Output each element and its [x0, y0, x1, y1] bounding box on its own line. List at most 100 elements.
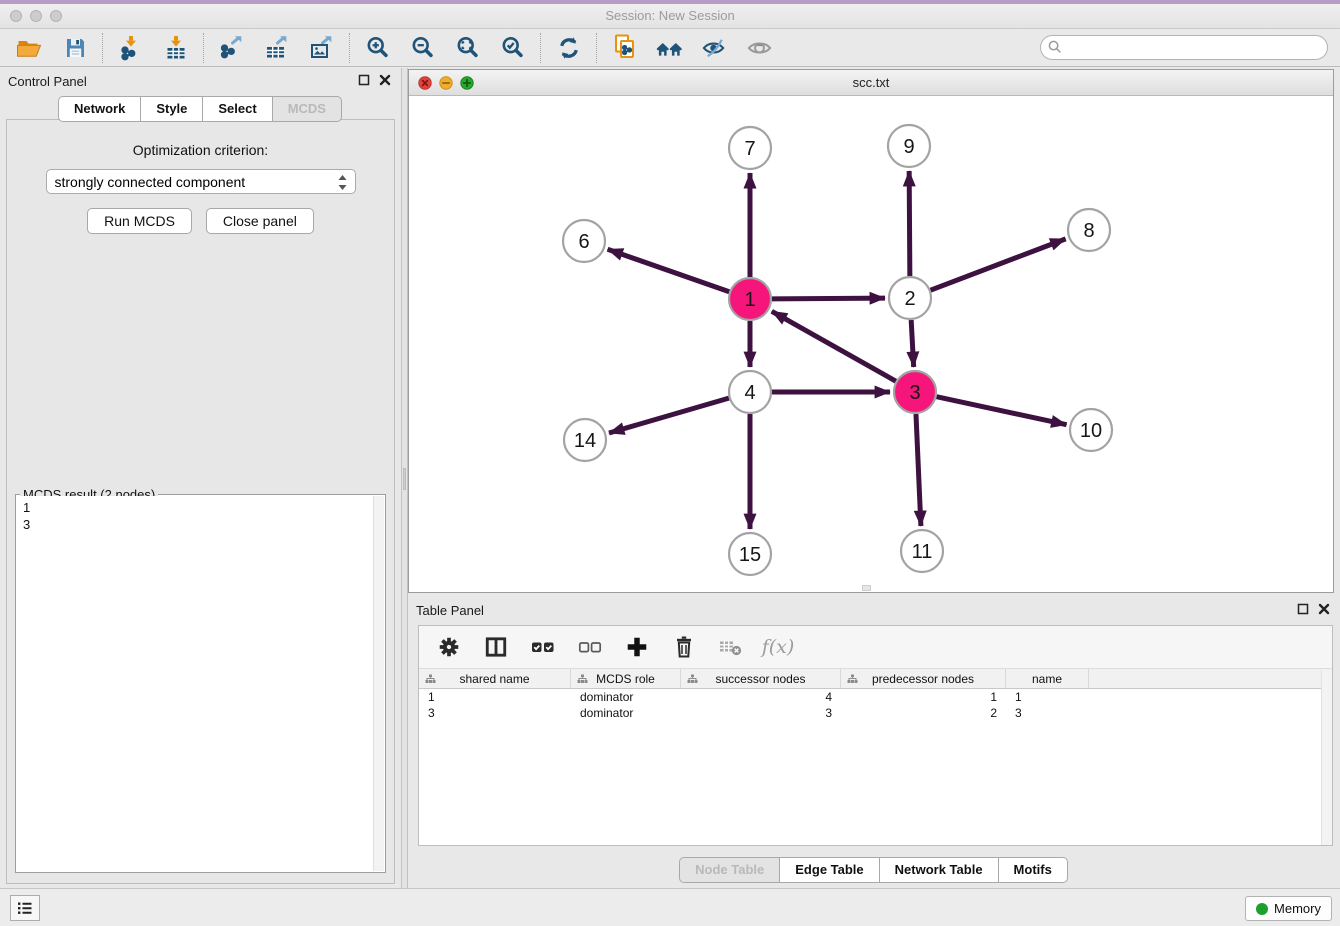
table-row[interactable]: 3dominator323 — [419, 705, 1332, 721]
toolbar-group — [12, 35, 102, 61]
edge-3-1[interactable] — [772, 311, 896, 381]
node-11[interactable]: 11 — [901, 530, 943, 572]
run-mcds-button[interactable]: Run MCDS — [87, 208, 192, 234]
column-header-predecessor-nodes[interactable]: predecessor nodes — [841, 669, 1006, 688]
node-7[interactable]: 7 — [729, 127, 771, 169]
tab-network[interactable]: Network — [58, 96, 141, 122]
table-cell[interactable]: 1 — [841, 689, 1006, 705]
memory-button[interactable]: Memory — [1245, 896, 1332, 921]
trash-icon[interactable] — [671, 634, 697, 660]
edge-2-9[interactable] — [909, 171, 910, 276]
list-icon — [16, 900, 34, 916]
node-10[interactable]: 10 — [1070, 409, 1112, 451]
network-window-titlebar[interactable]: scc.txt — [409, 70, 1333, 96]
toolbar-group — [541, 35, 596, 61]
node-1[interactable]: 1 — [729, 278, 771, 320]
save-icon[interactable] — [61, 35, 88, 61]
edge-2-8[interactable] — [931, 239, 1066, 290]
zoom-out-icon[interactable] — [409, 35, 436, 61]
node-2[interactable]: 2 — [889, 277, 931, 319]
zoom-in-icon[interactable] — [364, 35, 391, 61]
float-panel-icon[interactable] — [358, 74, 370, 86]
import-table-icon[interactable] — [162, 35, 189, 61]
table-cell[interactable]: 3 — [681, 705, 841, 721]
node-14[interactable]: 14 — [564, 419, 606, 461]
close-panel-icon[interactable] — [379, 74, 391, 86]
node-8[interactable]: 8 — [1068, 209, 1110, 251]
close-table-panel-icon[interactable] — [1318, 603, 1330, 615]
refresh-layout-icon[interactable] — [555, 35, 582, 61]
close-panel-button[interactable]: Close panel — [206, 208, 314, 234]
edge-3-10[interactable] — [937, 397, 1067, 425]
columns-icon[interactable] — [483, 634, 509, 660]
edge-2-3[interactable] — [911, 320, 914, 367]
add-icon[interactable] — [624, 634, 650, 660]
table-cell[interactable]: 3 — [1006, 705, 1089, 721]
table-cell[interactable]: 1 — [419, 689, 571, 705]
table-cell[interactable]: 2 — [841, 705, 1006, 721]
table-header-row: shared nameMCDS rolesuccessor nodesprede… — [419, 669, 1332, 689]
memory-status-dot — [1256, 903, 1268, 915]
table-tabs: Node TableEdge TableNetwork TableMotifs — [408, 857, 1340, 883]
export-image-icon[interactable] — [308, 35, 335, 61]
main-area: Control Panel NetworkStyleSelectMCDS Opt… — [0, 68, 1340, 888]
network-graph[interactable]: 7 9 6 8 1 2 4 3 14 10 15 11 — [409, 96, 1333, 592]
column-header-MCDS-role[interactable]: MCDS role — [571, 669, 681, 688]
tab-style[interactable]: Style — [140, 96, 203, 122]
table-cell[interactable]: 4 — [681, 689, 841, 705]
node-15[interactable]: 15 — [729, 533, 771, 575]
svg-text:6: 6 — [578, 231, 589, 253]
export-network-icon[interactable] — [218, 35, 245, 61]
zoom-selected-icon[interactable] — [499, 35, 526, 61]
table-cell[interactable]: dominator — [571, 705, 681, 721]
edge-1-6[interactable] — [608, 249, 730, 291]
table-cell[interactable]: 3 — [419, 705, 571, 721]
hide-selected-eye-icon[interactable] — [701, 35, 728, 61]
select-all-checks-icon[interactable] — [530, 634, 556, 660]
gear-icon[interactable] — [436, 634, 462, 660]
copy-network-icon[interactable] — [611, 35, 638, 61]
tab-network-table[interactable]: Network Table — [879, 857, 999, 883]
deselect-checks-icon[interactable] — [577, 634, 603, 660]
node-table: f(x) shared nameMCDS rolesuccessor nodes… — [418, 625, 1333, 846]
svg-text:9: 9 — [903, 136, 914, 158]
node-3[interactable]: 3 — [894, 371, 936, 413]
column-header-name[interactable]: name — [1006, 669, 1089, 688]
tab-edge-table[interactable]: Edge Table — [779, 857, 879, 883]
home-nested-networks-icon[interactable] — [656, 35, 683, 61]
network-canvas[interactable]: 7 9 6 8 1 2 4 3 14 10 15 11 — [409, 96, 1333, 592]
tab-node-table[interactable]: Node Table — [679, 857, 780, 883]
import-network-icon[interactable] — [117, 35, 144, 61]
edge-1-2[interactable] — [772, 298, 885, 299]
tab-mcds[interactable]: MCDS — [272, 96, 342, 122]
table-row[interactable]: 1dominator411 — [419, 689, 1332, 705]
svg-text:11: 11 — [912, 541, 933, 563]
mcds-result-text[interactable]: 1 3 — [17, 496, 373, 871]
node-4[interactable]: 4 — [729, 371, 771, 413]
column-header-shared-name[interactable]: shared name — [419, 669, 571, 688]
criterion-dropdown[interactable]: strongly connected component — [46, 169, 356, 194]
export-table-icon[interactable] — [263, 35, 290, 61]
open-folder-icon[interactable] — [16, 35, 43, 61]
node-9[interactable]: 9 — [888, 125, 930, 167]
search-input[interactable] — [1040, 35, 1328, 60]
node-6[interactable]: 6 — [563, 220, 605, 262]
resize-handle[interactable] — [862, 585, 871, 591]
svg-text:1: 1 — [744, 289, 755, 311]
edge-3-11[interactable] — [916, 414, 921, 526]
edge-4-14[interactable] — [609, 398, 729, 433]
vertical-splitter[interactable] — [401, 68, 408, 888]
tab-select[interactable]: Select — [202, 96, 272, 122]
float-table-panel-icon[interactable] — [1297, 603, 1309, 615]
function-fx-icon: f(x) — [765, 634, 791, 660]
zoom-fit-icon[interactable] — [454, 35, 481, 61]
table-scrollbar[interactable] — [1321, 670, 1332, 845]
task-history-button[interactable] — [10, 895, 40, 921]
tab-motifs[interactable]: Motifs — [998, 857, 1068, 883]
table-body: 1dominator4113dominator323 — [419, 689, 1332, 721]
column-header-successor-nodes[interactable]: successor nodes — [681, 669, 841, 688]
table-cell[interactable]: dominator — [571, 689, 681, 705]
table-cell[interactable]: 1 — [1006, 689, 1089, 705]
result-scrollbar[interactable] — [373, 496, 384, 871]
svg-text:2: 2 — [904, 288, 915, 310]
